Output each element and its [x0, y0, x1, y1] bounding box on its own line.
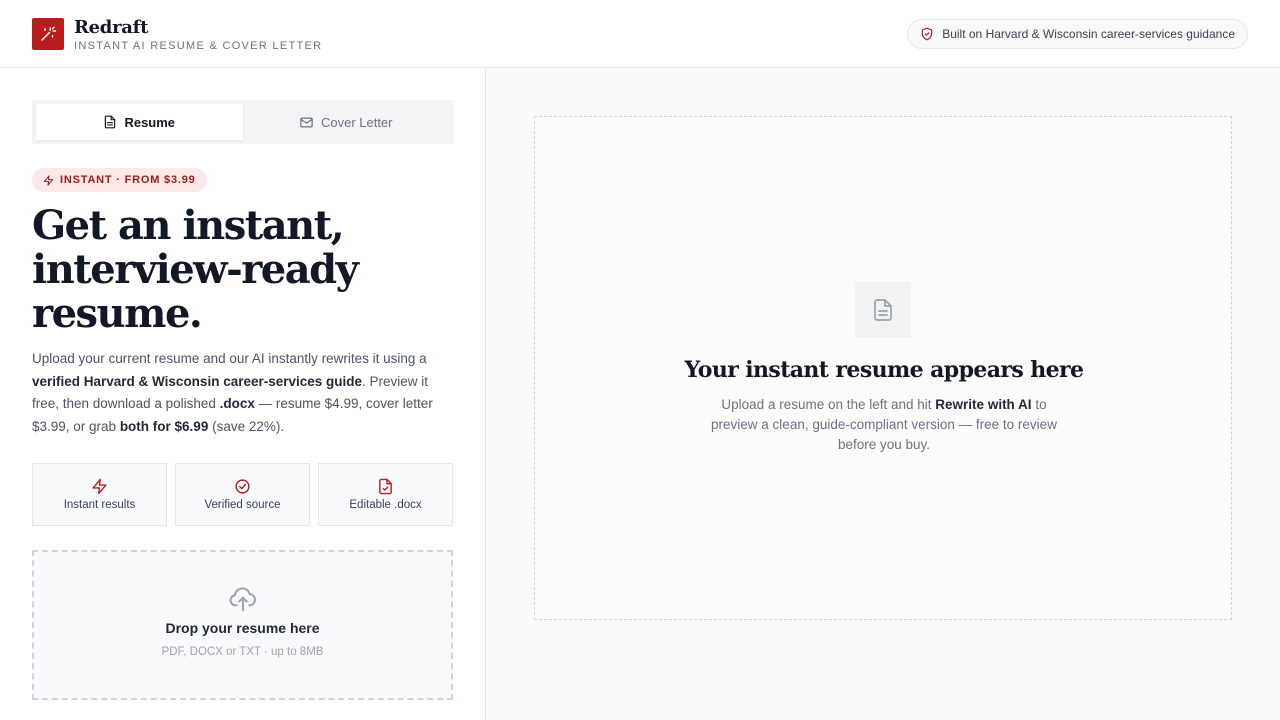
mode-tabs: Resume Cover Letter — [32, 100, 453, 144]
cloud-upload-icon — [229, 587, 256, 612]
feature-editable-docx: Editable .docx — [318, 463, 453, 526]
headline-line-1: Get an instant, — [32, 202, 345, 249]
headline-line-3: resume. — [32, 290, 203, 337]
feature-verified-source: Verified source — [175, 463, 310, 526]
brand-name: Redraft — [74, 17, 149, 38]
dropzone-title: Drop your resume here — [165, 620, 320, 636]
intro-docx-highlight: .docx — [219, 396, 255, 412]
magic-wand-icon — [41, 26, 57, 41]
lightning-icon — [43, 174, 54, 186]
intro-guide-highlight: verified Harvard & Wisconsin career-serv… — [32, 373, 363, 389]
feature-list: Instant results Verified source Editable… — [32, 463, 453, 526]
mail-icon — [300, 117, 313, 127]
document-icon — [105, 115, 116, 129]
shield-check-icon — [921, 27, 933, 41]
preview-title: Your instant resume appears here — [684, 357, 1084, 383]
intro-text-1: Upload your current resume and our AI in… — [32, 351, 427, 366]
pricing-badge-label: INSTANT · FROM $3.99 — [60, 174, 196, 186]
feature-instant-results: Instant results — [32, 463, 167, 526]
resume-dropzone[interactable]: Drop your resume here PDF, DOCX or TXT ·… — [32, 550, 453, 700]
check-circle-icon — [235, 479, 250, 494]
preview-icon-tile — [855, 282, 911, 338]
pricing-badge: INSTANT · FROM $3.99 — [32, 168, 207, 192]
headline-line-2: interview-ready — [32, 246, 359, 293]
tab-cover-letter-label: Cover Letter — [320, 114, 393, 130]
tab-cover-letter[interactable]: Cover Letter — [243, 104, 450, 140]
trust-badge-label: Built on Harvard & Wisconsin career-serv… — [942, 27, 1235, 41]
file-check-icon — [379, 478, 392, 495]
preview-desc-text-1: Upload a resume on the left and hit — [721, 397, 936, 412]
app-header: Redraft INSTANT AI RESUME & COVER LETTER… — [0, 0, 1280, 68]
lightning-icon — [92, 478, 107, 495]
dropzone-subtitle: PDF, DOCX or TXT · up to 8MB — [161, 646, 324, 658]
brand-tagline: INSTANT AI RESUME & COVER LETTER — [74, 40, 323, 52]
preview-description: Upload a resume on the left and hit Rewr… — [699, 395, 1069, 455]
preview-desc-highlight: Rewrite with AI — [935, 397, 1032, 412]
page-title: Get an instant, interview-ready resume. — [32, 204, 462, 336]
trust-badge: Built on Harvard & Wisconsin career-serv… — [907, 19, 1248, 49]
editor-panel: Resume Cover Letter INSTANT · FROM $3.99… — [0, 68, 486, 720]
preview-panel: Your instant resume appears here Upload … — [486, 68, 1280, 720]
intro-paragraph: Upload your current resume and our AI in… — [32, 348, 456, 438]
intro-text-4: (save 22%). — [208, 418, 285, 434]
logo[interactable] — [32, 18, 64, 50]
tab-resume[interactable]: Resume — [36, 104, 243, 140]
tab-resume-label: Resume — [124, 114, 176, 130]
resume-preview-placeholder: Your instant resume appears here Upload … — [534, 116, 1232, 620]
feature-label: Verified source — [204, 499, 281, 511]
document-icon — [874, 299, 892, 321]
feature-label: Instant results — [63, 499, 136, 511]
feature-label: Editable .docx — [349, 499, 422, 511]
intro-bundle-highlight: both for $6.99 — [119, 418, 209, 434]
